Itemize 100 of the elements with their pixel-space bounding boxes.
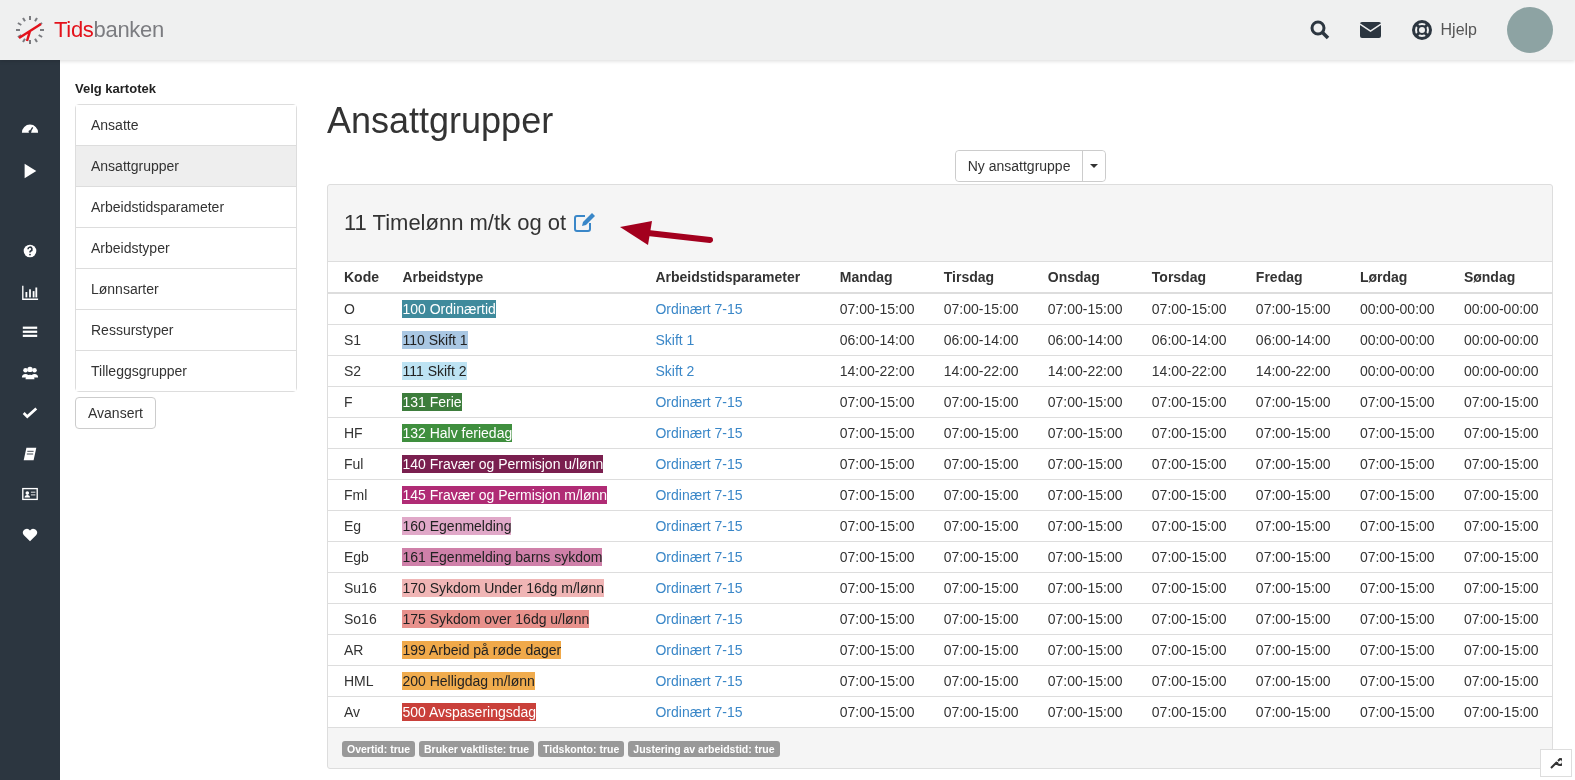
table-cell: 14:00-22:00 xyxy=(927,355,1032,387)
kartotek-item[interactable]: Ansatte xyxy=(76,105,296,146)
status-tag: Overtid: true xyxy=(342,741,415,757)
table-cell: 07:00-15:00 xyxy=(1343,417,1448,449)
table-cell: 07:00-15:00 xyxy=(927,665,1032,697)
table-cell: HML xyxy=(328,665,387,697)
work-type-label: 145 Fravær og Permisjon m/lønn xyxy=(402,486,608,504)
parameter-link[interactable]: Ordinært 7-15 xyxy=(655,456,743,472)
table-cell: 06:00-14:00 xyxy=(927,324,1032,356)
column-header: Lørdag xyxy=(1343,261,1448,293)
table-cell: 07:00-15:00 xyxy=(927,572,1032,604)
column-header: Fredag xyxy=(1239,261,1344,293)
table-cell: 07:00-15:00 xyxy=(1447,696,1552,728)
work-type-label: 161 Egenmelding barns sykdom xyxy=(402,548,603,566)
parameter-link[interactable]: Ordinært 7-15 xyxy=(655,704,743,720)
table-cell: 07:00-15:00 xyxy=(823,448,928,480)
table-cell: 07:00-15:00 xyxy=(1447,510,1552,542)
table-cell: 07:00-15:00 xyxy=(1135,665,1240,697)
parameter-link[interactable]: Skift 2 xyxy=(655,363,695,379)
table-cell: 07:00-15:00 xyxy=(1343,696,1448,728)
table-cell: 07:00-15:00 xyxy=(1239,293,1344,325)
lifebuoy-icon xyxy=(1410,19,1433,41)
dropdown-toggle[interactable] xyxy=(1082,151,1106,181)
parameter-link[interactable]: Ordinært 7-15 xyxy=(655,487,743,503)
tools-button[interactable] xyxy=(1540,749,1572,777)
parameter-link[interactable]: Ordinært 7-15 xyxy=(655,301,743,317)
work-type-label: 131 Ferie xyxy=(402,393,462,411)
column-header: Onsdag xyxy=(1031,261,1136,293)
table-cell: 06:00-14:00 xyxy=(1135,324,1240,356)
table-cell: HF xyxy=(328,417,387,449)
table-cell: S1 xyxy=(328,324,387,356)
parameter-link[interactable]: Ordinært 7-15 xyxy=(655,425,743,441)
advanced-button[interactable]: Avansert xyxy=(75,397,156,429)
table-cell: 06:00-14:00 xyxy=(1031,324,1136,356)
table-cell: 07:00-15:00 xyxy=(1343,448,1448,480)
kartotek-item[interactable]: Ansattgrupper xyxy=(76,146,296,187)
envelope-icon[interactable] xyxy=(1359,22,1381,38)
table-cell: 07:00-15:00 xyxy=(1447,386,1552,418)
column-header: Torsdag xyxy=(1135,261,1240,293)
table-cell: S2 xyxy=(328,355,387,387)
table-cell: 07:00-15:00 xyxy=(1031,634,1136,666)
table-cell: 07:00-15:00 xyxy=(1239,541,1344,573)
parameter-link[interactable]: Ordinært 7-15 xyxy=(655,673,743,689)
logo-text[interactable]: Tidsbanken xyxy=(54,17,164,43)
table-cell: AR xyxy=(328,634,387,666)
table-cell: 07:00-15:00 xyxy=(1031,479,1136,511)
table-cell: Fml xyxy=(328,479,387,511)
table-cell: 07:00-15:00 xyxy=(1031,603,1136,635)
work-type-label: 100 Ordinærtid xyxy=(402,300,496,318)
table-cell: 07:00-15:00 xyxy=(1239,448,1344,480)
parameter-link[interactable]: Ordinært 7-15 xyxy=(655,549,743,565)
table-cell: 07:00-15:00 xyxy=(1343,479,1448,511)
parameter-link[interactable]: Ordinært 7-15 xyxy=(655,394,743,410)
clock-logo-icon xyxy=(14,14,46,46)
table-cell: Su16 xyxy=(328,572,387,604)
table-cell: 07:00-15:00 xyxy=(1239,603,1344,635)
table-cell: 14:00-22:00 xyxy=(1031,355,1136,387)
help-link[interactable]: Hjelp xyxy=(1410,19,1477,41)
work-type-label: 140 Fravær og Permisjon u/lønn xyxy=(402,455,604,473)
table-cell: 07:00-15:00 xyxy=(927,696,1032,728)
parameter-link[interactable]: Ordinært 7-15 xyxy=(655,642,743,658)
parameter-link[interactable]: Ordinært 7-15 xyxy=(655,518,743,534)
table-cell: 07:00-15:00 xyxy=(1031,541,1136,573)
parameter-link[interactable]: Ordinært 7-15 xyxy=(655,580,743,596)
table-cell: 00:00-00:00 xyxy=(1447,355,1552,387)
parameter-link[interactable]: Ordinært 7-15 xyxy=(655,611,743,627)
page-title: Ansattgrupper xyxy=(327,100,555,142)
table-cell: 07:00-15:00 xyxy=(1031,417,1136,449)
table-cell: 07:00-15:00 xyxy=(1343,386,1448,418)
caret-icon xyxy=(1090,164,1099,168)
table-cell: 07:00-15:00 xyxy=(927,386,1032,418)
work-type-label: 170 Sykdom Under 16dg m/lønn xyxy=(402,579,605,597)
edit-icon[interactable] xyxy=(574,213,597,233)
work-type-label: 175 Sykdom over 16dg u/lønn xyxy=(402,610,590,628)
table-cell: Eg xyxy=(328,510,387,542)
parameter-link[interactable]: Skift 1 xyxy=(655,332,695,348)
table-cell: 07:00-15:00 xyxy=(1135,510,1240,542)
table-cell: 07:00-15:00 xyxy=(823,541,928,573)
table-cell: Ful xyxy=(328,448,387,480)
table-cell: 07:00-15:00 xyxy=(1239,417,1344,449)
table-cell: 07:00-15:00 xyxy=(1135,603,1240,635)
table-cell: O xyxy=(328,293,387,325)
table-cell: 07:00-15:00 xyxy=(1343,541,1448,573)
table-cell: 07:00-15:00 xyxy=(823,293,928,325)
section-heading: Velg kartotek xyxy=(75,81,157,96)
table-cell: 00:00-00:00 xyxy=(1447,324,1552,356)
table-cell: 07:00-15:00 xyxy=(1031,510,1136,542)
table-cell: 07:00-15:00 xyxy=(1239,665,1344,697)
table-cell: 07:00-15:00 xyxy=(1031,386,1136,418)
table-cell: 06:00-14:00 xyxy=(823,324,928,356)
table-cell: 07:00-15:00 xyxy=(1135,417,1240,449)
table-cell: 06:00-14:00 xyxy=(1239,324,1344,356)
column-header: Tirsdag xyxy=(927,261,1032,293)
table-cell: 07:00-15:00 xyxy=(1239,479,1344,511)
table-cell: 07:00-15:00 xyxy=(1135,293,1240,325)
search-icon[interactable] xyxy=(1309,20,1330,40)
work-type-label: 199 Arbeid på røde dager xyxy=(402,641,562,659)
table-cell: So16 xyxy=(328,603,387,635)
table-cell: 07:00-15:00 xyxy=(1343,510,1448,542)
table-cell: 14:00-22:00 xyxy=(823,355,928,387)
